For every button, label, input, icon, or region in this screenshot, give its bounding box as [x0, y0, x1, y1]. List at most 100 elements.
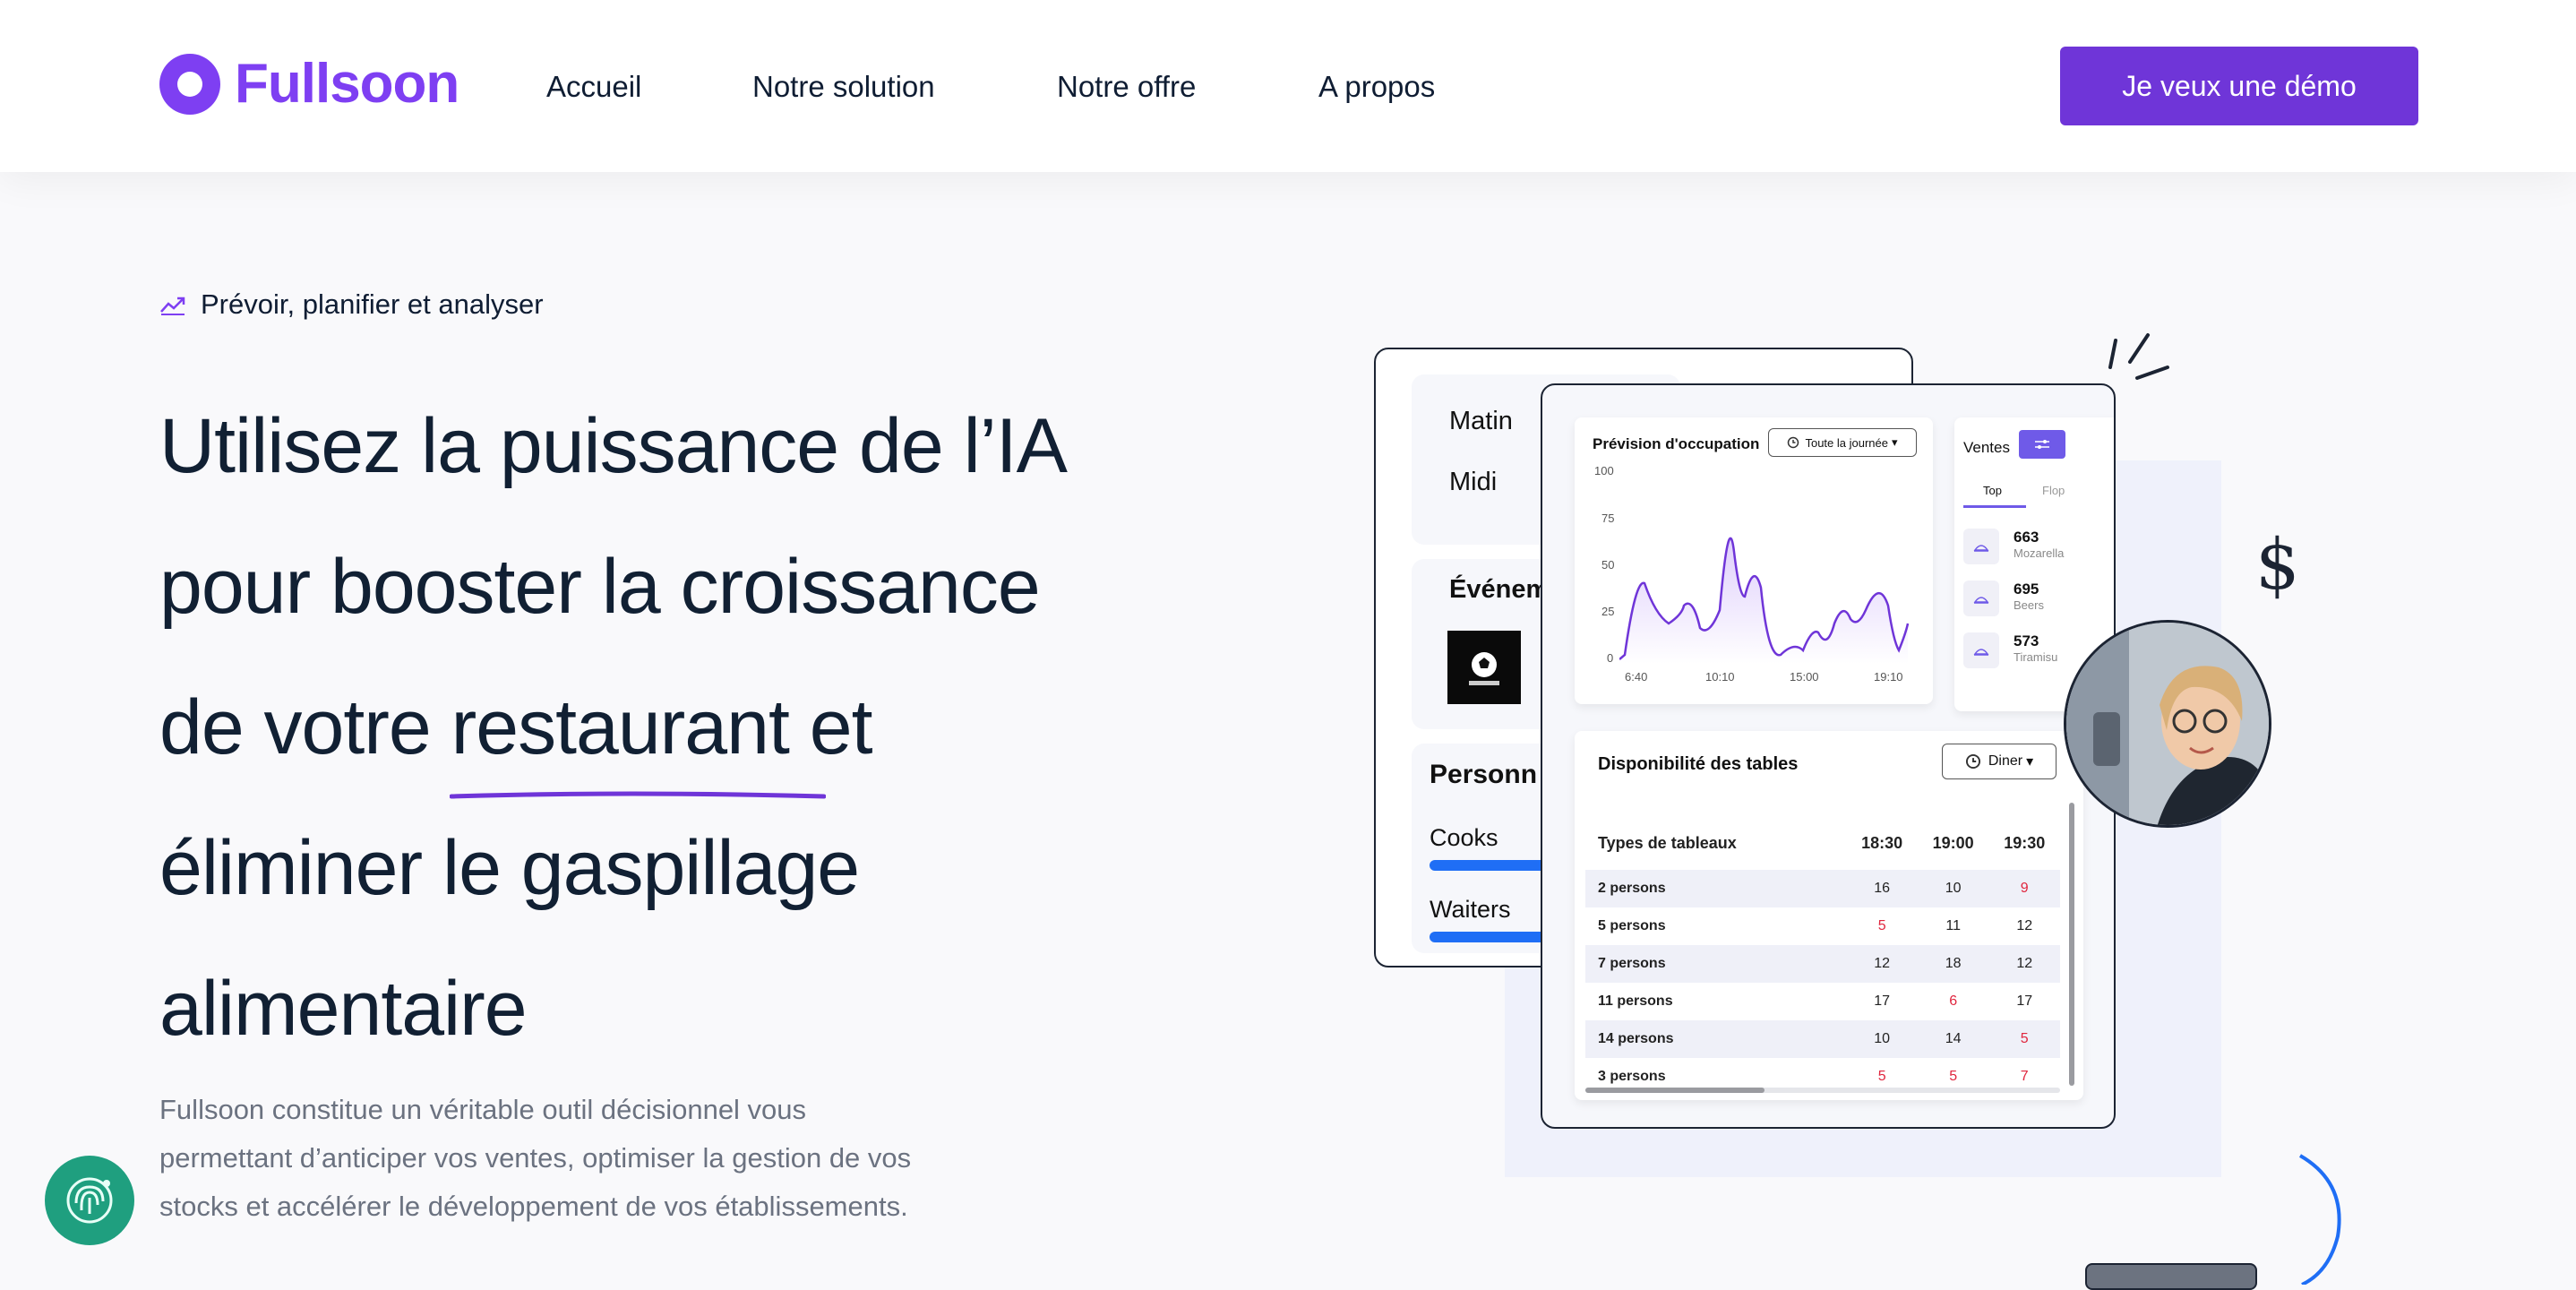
- occupation-filter[interactable]: Toute la journée ▾: [1768, 428, 1917, 457]
- person-photo: [2066, 623, 2269, 825]
- dish-icon: [1963, 580, 1999, 616]
- logo-text: Fullsoon: [235, 53, 459, 115]
- headline-underlined-word: restaurant: [449, 658, 826, 799]
- clock-icon: [1788, 436, 1799, 449]
- champions-league-logo: [1447, 631, 1521, 704]
- sparkle-lines-icon: [2108, 333, 2169, 380]
- row-label: 2 persons: [1585, 870, 1847, 907]
- shift-matin[interactable]: Matin: [1449, 407, 1513, 436]
- table-header: 19:00: [1932, 833, 1974, 852]
- sliders-icon: [2035, 440, 2049, 449]
- table-scrollbar-horizontal[interactable]: [1585, 1088, 2060, 1093]
- headline-line-3: de votre restaurant et: [159, 658, 1189, 799]
- table-cell: 6: [1949, 993, 1958, 1009]
- headline-line-5: alimentaire: [159, 966, 528, 1052]
- nav-notre-offre[interactable]: Notre offre: [1057, 70, 1196, 104]
- sales-name: Beers: [2014, 598, 2044, 612]
- events-title: Événem: [1449, 575, 1550, 604]
- headline-restaurant: restaurant: [451, 684, 790, 770]
- chevron-down-icon: ▾: [2026, 754, 2034, 770]
- table-row: 7 persons 12 18 12: [1585, 945, 2060, 983]
- eyebrow: Prévoir, planifier et analyser: [159, 288, 544, 321]
- underline-stroke: [449, 791, 826, 799]
- table-header: Types de tableaux: [1598, 833, 1737, 852]
- table-cell: 12: [2016, 918, 2033, 933]
- football-icon: [1469, 652, 1499, 685]
- table-cell: 17: [1874, 993, 1891, 1009]
- y-tick: 75: [1601, 512, 1615, 525]
- y-tick: 50: [1601, 558, 1615, 572]
- table-cell: 10: [1917, 870, 1989, 907]
- y-tick: 100: [1594, 464, 1614, 477]
- nav-notre-solution[interactable]: Notre solution: [752, 70, 935, 104]
- table-cell: 5: [1988, 1020, 2060, 1058]
- tables-title: Disponibilité des tables: [1598, 754, 1799, 774]
- headline-line-2: pour booster la croissance: [159, 544, 1041, 630]
- table-cell: 12: [1988, 945, 2060, 983]
- dollar-sign: $: [2255, 525, 2300, 606]
- personnel-title: Personn: [1430, 760, 1538, 789]
- row-label: 14 persons: [1585, 1020, 1847, 1058]
- site-header: Fullsoon Accueil Notre solution Notre of…: [0, 0, 2576, 172]
- row-label: 11 persons: [1598, 993, 1673, 1009]
- brand-logo[interactable]: Fullsoon: [159, 52, 459, 116]
- sales-filter-button[interactable]: [2019, 430, 2065, 459]
- table-cell: 17: [2016, 993, 2033, 1009]
- tables-panel: Disponibilité des tables Diner ▾ Types d…: [1575, 731, 2083, 1100]
- table-cell: 10: [1846, 1020, 1918, 1058]
- chat-widget-button[interactable]: [45, 1156, 134, 1245]
- eyebrow-text: Prévoir, planifier et analyser: [201, 288, 544, 320]
- headline-line-3-post: et: [788, 684, 873, 770]
- x-tick: 6:40: [1625, 670, 1648, 684]
- table-scrollbar-vertical[interactable]: [2069, 803, 2074, 1086]
- clock-icon: [1965, 753, 1980, 770]
- table-cell: 14: [1917, 1020, 1989, 1058]
- nav-a-propos[interactable]: A propos: [1318, 70, 1435, 104]
- occupation-title: Prévision d'occupation: [1593, 435, 1760, 452]
- x-tick: 19:10: [1874, 670, 1903, 684]
- user-avatar: [2064, 620, 2271, 828]
- headline-line-4: éliminer le gaspillage: [159, 825, 860, 911]
- nav-accueil[interactable]: Accueil: [546, 70, 641, 104]
- sales-name: Tiramisu: [2014, 650, 2058, 664]
- occupation-line: [1619, 537, 1910, 664]
- occupation-filter-label: Toute la journée: [1805, 435, 1888, 450]
- dish-icon: [1963, 529, 1999, 564]
- hero-description: Fullsoon constitue un véritable outil dé…: [159, 1094, 912, 1222]
- logo-icon: [159, 53, 220, 115]
- dashboard-card: Prévision d'occupation Toute la journée …: [1541, 383, 2116, 1129]
- row-label: 7 persons: [1585, 945, 1847, 983]
- availability-table: Types de tableaux 18:30 19:00 19:30 2 pe…: [1585, 816, 2060, 1096]
- tab-flop[interactable]: Flop: [2042, 484, 2065, 497]
- table-row: 14 persons 10 14 5: [1585, 1020, 2060, 1058]
- table-row: 2 persons 16 10 9: [1585, 870, 2060, 907]
- table-cell: 12: [1846, 945, 1918, 983]
- headline-line-3-pre: de votre: [159, 684, 451, 770]
- tables-filter-label: Diner: [1988, 753, 2023, 769]
- hero-headline: Utilisez la puissance de l’IA pour boost…: [159, 376, 1189, 1079]
- sales-value: 573: [2014, 632, 2039, 649]
- waiters-label: Waiters: [1430, 896, 1511, 923]
- sales-value: 663: [2014, 529, 2039, 546]
- curve-line-decoration: [2298, 1154, 2341, 1285]
- bottom-card-edge: [2085, 1263, 2257, 1290]
- row-label: 5 persons: [1598, 918, 1666, 933]
- table-cell: 16: [1846, 870, 1918, 907]
- table-header: 18:30: [1861, 833, 1903, 852]
- chevron-down-icon: ▾: [1891, 435, 1898, 449]
- table-cell: 9: [1988, 870, 2060, 907]
- sales-title: Ventes: [1963, 439, 2010, 456]
- table-row: 5 persons 5 11 12: [1585, 907, 2060, 945]
- shift-midi[interactable]: Midi: [1449, 468, 1497, 497]
- table-cell: 18: [1917, 945, 1989, 983]
- table-cell: 5: [1877, 918, 1886, 933]
- demo-button[interactable]: Je veux une démo: [2060, 47, 2418, 125]
- cooks-label: Cooks: [1430, 824, 1498, 851]
- y-tick: 25: [1601, 605, 1615, 618]
- x-tick: 15:00: [1790, 670, 1819, 684]
- tab-top[interactable]: Top: [1983, 484, 2002, 497]
- dish-icon: [1963, 632, 1999, 668]
- tables-filter[interactable]: Diner ▾: [1942, 744, 2057, 779]
- sales-value: 695: [2014, 580, 2039, 598]
- fingerprint-icon: [66, 1177, 113, 1224]
